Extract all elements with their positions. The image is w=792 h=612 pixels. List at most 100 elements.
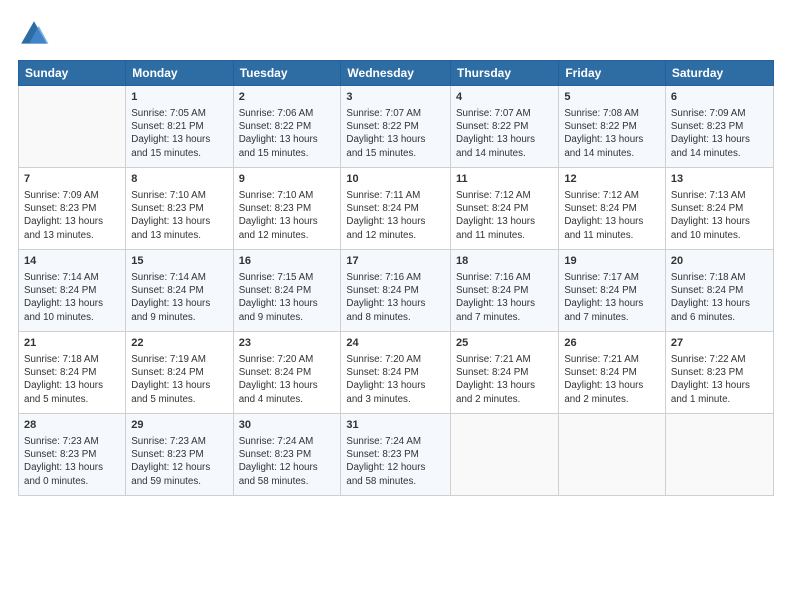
day-cell: 13 Sunrise: 7:13 AM Sunset: 8:24 PM Dayli…: [665, 168, 773, 250]
day-info: Sunrise: 7:18 AM Sunset: 8:24 PM Dayligh…: [671, 271, 768, 324]
day-cell: 14 Sunrise: 7:14 AM Sunset: 8:24 PM Dayli…: [19, 250, 126, 332]
day-number: 2: [239, 90, 336, 105]
day-cell: 6Sunrise: 7:09 AM Sunset: 8:23 PM Daylig…: [665, 86, 773, 168]
day-cell: 16 Sunrise: 7:15 AM Sunset: 8:24 PM Dayli…: [233, 250, 341, 332]
day-number: 3: [346, 90, 445, 105]
day-number: 20: [671, 254, 768, 269]
day-number: 23: [239, 336, 336, 351]
day-cell: 7 Sunrise: 7:09 AM Sunset: 8:23 PM Daylig…: [19, 168, 126, 250]
day-cell: 2 Sunrise: 7:06 AM Sunset: 8:22 PM Daylig…: [233, 86, 341, 168]
day-cell: [665, 414, 773, 496]
day-info: Sunrise: 7:24 AM Sunset: 8:23 PM Dayligh…: [239, 435, 336, 488]
day-info: Sunrise: 7:11 AM Sunset: 8:24 PM Dayligh…: [346, 189, 445, 242]
day-number: 14: [24, 254, 120, 269]
day-info: Sunrise: 7:15 AM Sunset: 8:24 PM Dayligh…: [239, 271, 336, 324]
day-number: 9: [239, 172, 336, 187]
day-info: Sunrise: 7:10 AM Sunset: 8:23 PM Dayligh…: [131, 189, 227, 242]
day-header-friday: Friday: [559, 61, 666, 86]
day-number: 26: [564, 336, 660, 351]
day-header-saturday: Saturday: [665, 61, 773, 86]
day-number: 24: [346, 336, 445, 351]
day-cell: 30 Sunrise: 7:24 AM Sunset: 8:23 PM Dayli…: [233, 414, 341, 496]
day-info: Sunrise: 7:12 AM Sunset: 8:24 PM Dayligh…: [564, 189, 660, 242]
day-info: Sunrise: 7:19 AM Sunset: 8:24 PM Dayligh…: [131, 353, 227, 406]
day-number: 30: [239, 418, 336, 433]
header: [18, 18, 774, 50]
day-cell: 5Sunrise: 7:08 AM Sunset: 8:22 PM Daylig…: [559, 86, 666, 168]
day-cell: 10 Sunrise: 7:11 AM Sunset: 8:24 PM Dayli…: [341, 168, 451, 250]
day-info: Sunrise: 7:23 AM Sunset: 8:23 PM Dayligh…: [24, 435, 120, 488]
day-number: 16: [239, 254, 336, 269]
day-info: Sunrise: 7:16 AM Sunset: 8:24 PM Dayligh…: [346, 271, 445, 324]
day-cell: 9Sunrise: 7:10 AM Sunset: 8:23 PM Daylig…: [233, 168, 341, 250]
day-number: 18: [456, 254, 553, 269]
day-number: 25: [456, 336, 553, 351]
day-info: Sunrise: 7:09 AM Sunset: 8:23 PM Dayligh…: [24, 189, 120, 242]
logo: [18, 18, 54, 50]
day-number: 11: [456, 172, 553, 187]
day-number: 17: [346, 254, 445, 269]
week-row-2: 7 Sunrise: 7:09 AM Sunset: 8:23 PM Daylig…: [19, 168, 774, 250]
day-info: Sunrise: 7:20 AM Sunset: 8:24 PM Dayligh…: [346, 353, 445, 406]
day-info: Sunrise: 7:18 AM Sunset: 8:24 PM Dayligh…: [24, 353, 120, 406]
day-info: Sunrise: 7:05 AM Sunset: 8:21 PM Dayligh…: [131, 107, 227, 160]
day-info: Sunrise: 7:14 AM Sunset: 8:24 PM Dayligh…: [24, 271, 120, 324]
day-number: 8: [131, 172, 227, 187]
day-cell: 29 Sunrise: 7:23 AM Sunset: 8:23 PM Dayli…: [126, 414, 233, 496]
day-header-thursday: Thursday: [451, 61, 559, 86]
day-number: 6: [671, 90, 768, 105]
day-number: 19: [564, 254, 660, 269]
day-cell: 24 Sunrise: 7:20 AM Sunset: 8:24 PM Dayli…: [341, 332, 451, 414]
day-number: 29: [131, 418, 227, 433]
day-cell: 15 Sunrise: 7:14 AM Sunset: 8:24 PM Dayli…: [126, 250, 233, 332]
day-info: Sunrise: 7:06 AM Sunset: 8:22 PM Dayligh…: [239, 107, 336, 160]
day-info: Sunrise: 7:17 AM Sunset: 8:24 PM Dayligh…: [564, 271, 660, 324]
day-info: Sunrise: 7:22 AM Sunset: 8:23 PM Dayligh…: [671, 353, 768, 406]
day-number: 10: [346, 172, 445, 187]
day-number: 12: [564, 172, 660, 187]
day-info: Sunrise: 7:16 AM Sunset: 8:24 PM Dayligh…: [456, 271, 553, 324]
day-cell: 23 Sunrise: 7:20 AM Sunset: 8:24 PM Dayli…: [233, 332, 341, 414]
day-cell: [451, 414, 559, 496]
week-row-3: 14 Sunrise: 7:14 AM Sunset: 8:24 PM Dayli…: [19, 250, 774, 332]
day-cell: [19, 86, 126, 168]
day-cell: 31Sunrise: 7:24 AM Sunset: 8:23 PM Dayli…: [341, 414, 451, 496]
day-info: Sunrise: 7:20 AM Sunset: 8:24 PM Dayligh…: [239, 353, 336, 406]
day-number: 4: [456, 90, 553, 105]
day-cell: 18 Sunrise: 7:16 AM Sunset: 8:24 PM Dayli…: [451, 250, 559, 332]
day-number: 22: [131, 336, 227, 351]
day-info: Sunrise: 7:24 AM Sunset: 8:23 PM Dayligh…: [346, 435, 445, 488]
day-info: Sunrise: 7:07 AM Sunset: 8:22 PM Dayligh…: [346, 107, 445, 160]
day-number: 27: [671, 336, 768, 351]
day-info: Sunrise: 7:12 AM Sunset: 8:24 PM Dayligh…: [456, 189, 553, 242]
day-header-tuesday: Tuesday: [233, 61, 341, 86]
day-cell: 20 Sunrise: 7:18 AM Sunset: 8:24 PM Dayli…: [665, 250, 773, 332]
day-number: 5: [564, 90, 660, 105]
day-cell: 3 Sunrise: 7:07 AM Sunset: 8:22 PM Daylig…: [341, 86, 451, 168]
day-cell: 1 Sunrise: 7:05 AM Sunset: 8:21 PM Daylig…: [126, 86, 233, 168]
day-cell: 28 Sunrise: 7:23 AM Sunset: 8:23 PM Dayli…: [19, 414, 126, 496]
day-info: Sunrise: 7:23 AM Sunset: 8:23 PM Dayligh…: [131, 435, 227, 488]
day-cell: 26Sunrise: 7:21 AM Sunset: 8:24 PM Dayli…: [559, 332, 666, 414]
day-cell: 25 Sunrise: 7:21 AM Sunset: 8:24 PM Dayli…: [451, 332, 559, 414]
week-row-4: 21Sunrise: 7:18 AM Sunset: 8:24 PM Dayli…: [19, 332, 774, 414]
day-cell: [559, 414, 666, 496]
header-row: SundayMondayTuesdayWednesdayThursdayFrid…: [19, 61, 774, 86]
day-header-monday: Monday: [126, 61, 233, 86]
day-info: Sunrise: 7:13 AM Sunset: 8:24 PM Dayligh…: [671, 189, 768, 242]
logo-icon: [18, 18, 50, 50]
day-info: Sunrise: 7:07 AM Sunset: 8:22 PM Dayligh…: [456, 107, 553, 160]
day-number: 15: [131, 254, 227, 269]
day-number: 1: [131, 90, 227, 105]
day-number: 7: [24, 172, 120, 187]
day-cell: 11 Sunrise: 7:12 AM Sunset: 8:24 PM Dayli…: [451, 168, 559, 250]
day-number: 13: [671, 172, 768, 187]
page: SundayMondayTuesdayWednesdayThursdayFrid…: [0, 0, 792, 508]
day-info: Sunrise: 7:14 AM Sunset: 8:24 PM Dayligh…: [131, 271, 227, 324]
day-cell: 17 Sunrise: 7:16 AM Sunset: 8:24 PM Dayli…: [341, 250, 451, 332]
day-cell: 4 Sunrise: 7:07 AM Sunset: 8:22 PM Daylig…: [451, 86, 559, 168]
day-info: Sunrise: 7:21 AM Sunset: 8:24 PM Dayligh…: [456, 353, 553, 406]
day-number: 28: [24, 418, 120, 433]
day-cell: 19 Sunrise: 7:17 AM Sunset: 8:24 PM Dayli…: [559, 250, 666, 332]
week-row-5: 28 Sunrise: 7:23 AM Sunset: 8:23 PM Dayli…: [19, 414, 774, 496]
